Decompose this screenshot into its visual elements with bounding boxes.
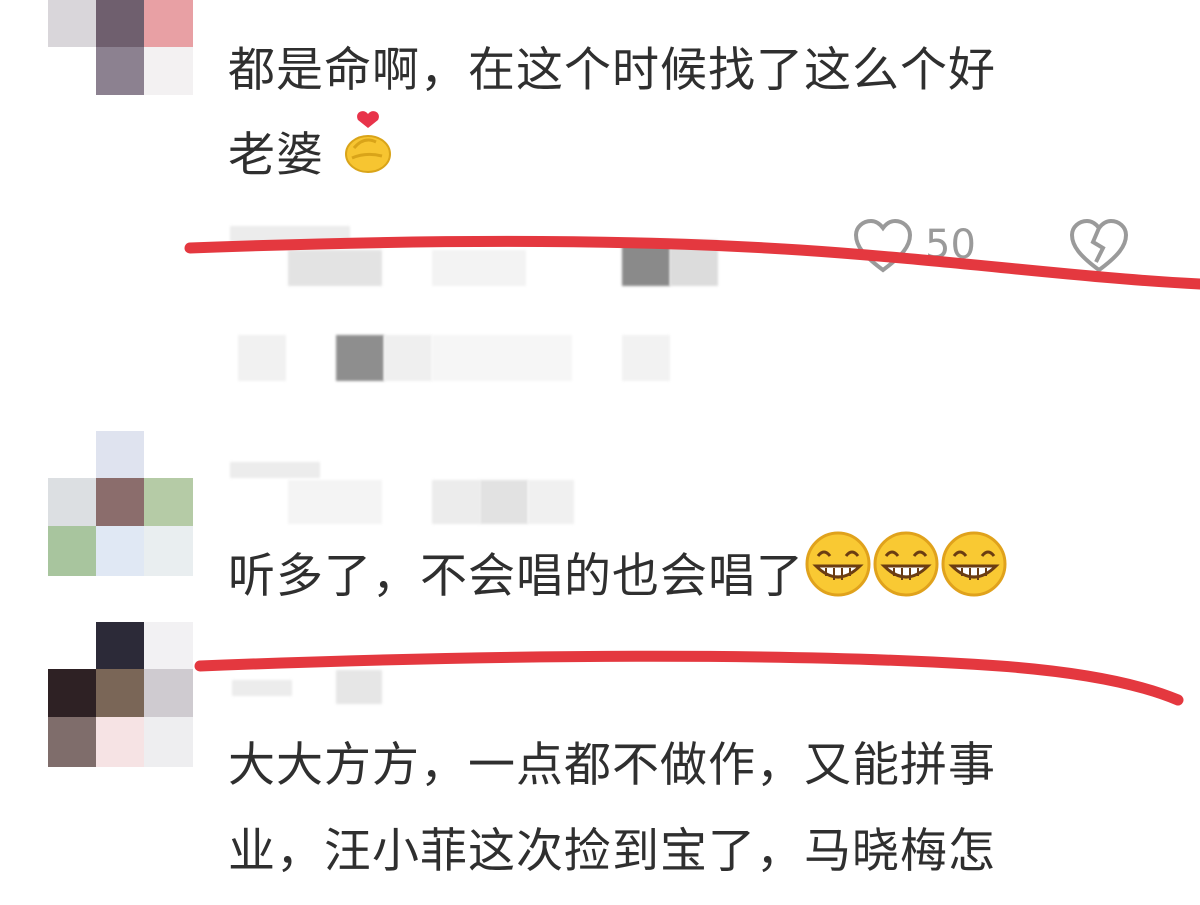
avatar[interactable] [48,431,193,576]
blurred-meta [336,670,382,704]
comment-text: 听多了，不会唱的也会唱了 [228,530,1008,629]
avatar[interactable] [48,622,193,767]
comment-text: 老婆 [228,110,396,207]
blurred-meta [622,335,670,381]
avatar[interactable] [48,0,193,95]
finger-heart-icon [340,110,396,207]
grinning-face-icon [940,530,1008,629]
blurred-meta [238,335,286,381]
blurred-meta [432,480,480,524]
comment-text: 都是命啊，在这个时候找了这么个好 [228,43,996,98]
blurred-meta [230,462,320,478]
blurred-meta [384,335,432,381]
blurred-meta [232,680,292,696]
blurred-meta [336,335,384,381]
blurred-meta [480,480,528,524]
annotation-underline [184,236,1200,290]
blurred-meta [432,335,572,381]
comment-text: 大大方方，一点都不做作，又能拼事 [228,738,996,793]
grinning-face-icon [804,530,872,629]
blurred-meta [288,480,382,524]
comment-text: 业，汪小菲这次捡到宝了，马晓梅怎 [228,824,996,879]
blurred-meta [528,480,574,524]
grinning-face-icon [872,530,940,629]
